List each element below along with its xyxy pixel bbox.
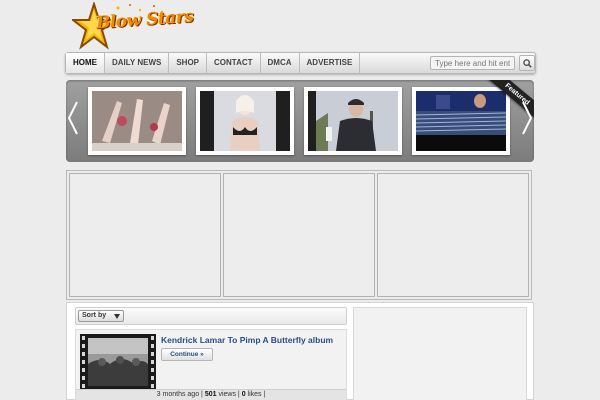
slide-4-image (416, 91, 506, 151)
chevron-down-icon (114, 314, 120, 319)
post-age: 3 months ago (156, 391, 200, 398)
slide-3[interactable] (304, 87, 402, 155)
main-content: Sort by Kendrick Lamar To Pimp A Butterf… (66, 302, 534, 400)
continue-button[interactable]: Continue » (161, 348, 213, 361)
ad-slot-1[interactable] (69, 173, 221, 297)
main-navbar: HOME DAILY NEWS SHOP CONTACT DMCA ADVERT… (65, 52, 536, 74)
slider-next-button[interactable] (520, 98, 534, 138)
slide-1-image (92, 91, 182, 151)
nav-menu: HOME DAILY NEWS SHOP CONTACT DMCA ADVERT… (66, 53, 361, 73)
slide-1[interactable] (88, 87, 186, 155)
sort-select[interactable]: Sort by (78, 310, 124, 322)
slide-2[interactable] (196, 87, 294, 155)
search-button[interactable] (519, 55, 535, 71)
sort-bar: Sort by (75, 307, 347, 325)
nav-item-advertise[interactable]: ADVERTISE (300, 53, 361, 73)
slide-4[interactable] (412, 87, 510, 155)
post-views-count: 501 (204, 391, 217, 398)
nav-item-contact[interactable]: CONTACT (207, 53, 261, 73)
slider-prev-button[interactable] (66, 98, 80, 138)
post-title[interactable]: Kendrick Lamar To Pimp A Butterfly album (161, 335, 333, 345)
ad-slot-2[interactable] (223, 173, 375, 297)
search-input[interactable] (430, 56, 515, 70)
post-likes-count: 0 (241, 391, 246, 398)
post-meta: 3 months ago | 501 views | 0 likes | (76, 389, 346, 400)
post-likes-label: likes (247, 391, 262, 398)
slide-2-image (200, 91, 290, 151)
post-item: Kendrick Lamar To Pimp A Butterfly album… (75, 329, 347, 400)
nav-item-daily-news[interactable]: DAILY NEWS (105, 53, 170, 73)
sidebar-widget (353, 307, 527, 400)
ad-slot-3[interactable] (377, 173, 529, 297)
slide-3-image (308, 91, 398, 151)
post-thumbnail[interactable] (80, 334, 156, 390)
nav-item-dmca[interactable]: DMCA (261, 53, 300, 73)
featured-slider: Featured (66, 80, 534, 162)
chevron-right-icon (522, 101, 533, 135)
chevron-left-icon (67, 101, 78, 135)
post-views-label: views (218, 391, 236, 398)
ad-row (66, 170, 532, 300)
nav-item-home[interactable]: HOME (66, 53, 105, 73)
sort-select-label: Sort by (82, 312, 107, 319)
search-icon (522, 58, 532, 68)
nav-item-shop[interactable]: SHOP (169, 53, 208, 73)
